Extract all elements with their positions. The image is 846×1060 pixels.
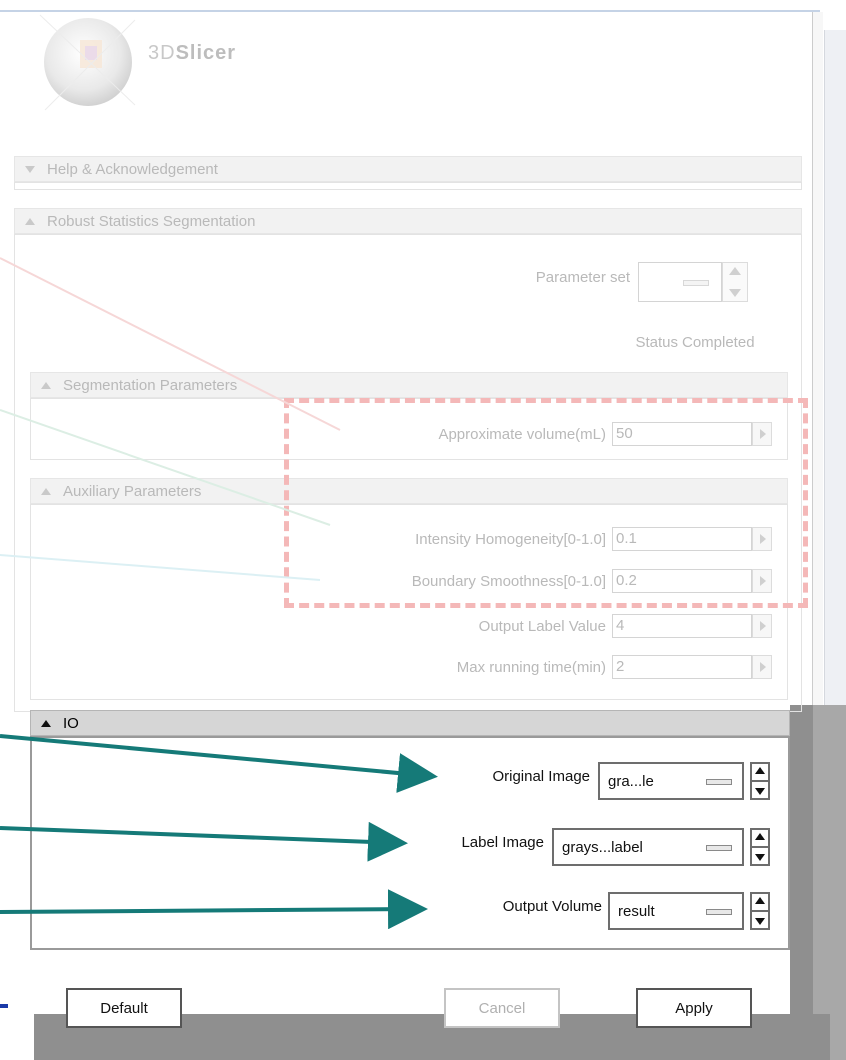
panel-scrollbar-track[interactable] <box>812 12 823 712</box>
parameter-set-combo[interactable] <box>638 262 722 302</box>
expand-arrow-icon <box>25 217 35 225</box>
label-image-combo[interactable]: grays...label <box>552 828 744 866</box>
label-image-spinner[interactable] <box>750 828 770 866</box>
max-running-time-input[interactable]: 2 <box>612 655 752 679</box>
section-segmentation-header[interactable]: Segmentation Parameters <box>30 372 788 398</box>
cancel-button[interactable]: Cancel <box>444 988 560 1028</box>
max-running-time-arrow-button[interactable] <box>752 655 772 679</box>
original-image-label: Original Image <box>492 768 590 785</box>
status-label: Status <box>635 334 678 351</box>
expand-arrow-icon <box>41 719 51 727</box>
combo-handle-icon <box>706 909 732 915</box>
original-image-value: gra...le <box>608 772 654 790</box>
expand-arrow-icon <box>41 487 51 495</box>
label-image-label: Label Image <box>461 834 544 851</box>
combo-handle-icon <box>706 845 732 851</box>
original-image-combo[interactable]: gra...le <box>598 762 744 800</box>
param-label: Output Label Value <box>478 618 606 635</box>
section-segmentation-title: Segmentation Parameters <box>63 376 238 394</box>
original-image-spinner[interactable] <box>750 762 770 800</box>
label-image-value: grays...label <box>562 838 643 856</box>
parameter-set-spinner[interactable] <box>722 262 748 302</box>
expand-arrow-icon <box>41 381 51 389</box>
panel-shadow-right-light <box>813 705 846 1060</box>
output-volume-value: result <box>618 902 655 920</box>
slicer-logo-icon <box>39 14 136 111</box>
section-robust-title: Robust Statistics Segmentation <box>47 212 256 230</box>
section-auxiliary-title: Auxiliary Parameters <box>63 482 202 500</box>
output-volume-combo[interactable]: result <box>608 892 744 930</box>
section-help-body <box>14 182 802 190</box>
section-help-header[interactable]: Help & Acknowledgement <box>14 156 802 182</box>
param-label: Max running time(min) <box>456 659 606 676</box>
slicer-logo-text: 3DSlicer <box>148 42 237 64</box>
section-io-title: IO <box>63 714 79 732</box>
apply-button[interactable]: Apply <box>636 988 752 1028</box>
output-label-value-arrow-button[interactable] <box>752 614 772 638</box>
output-volume-spinner[interactable] <box>750 892 770 930</box>
highlight-dashed-box <box>284 398 808 608</box>
section-robust-header[interactable]: Robust Statistics Segmentation <box>14 208 802 234</box>
section-help-title: Help & Acknowledgement <box>47 160 218 178</box>
status-value: Completed <box>682 334 755 351</box>
collapse-arrow-icon <box>25 165 35 173</box>
combo-handle-icon <box>706 779 732 785</box>
parameter-set-label: Parameter set <box>535 269 630 286</box>
output-volume-label: Output Volume <box>502 898 602 915</box>
default-button[interactable]: Default <box>66 988 182 1028</box>
output-label-value-input[interactable]: 4 <box>612 614 752 638</box>
combo-handle-icon <box>683 280 709 286</box>
section-io-header[interactable]: IO <box>30 710 790 736</box>
